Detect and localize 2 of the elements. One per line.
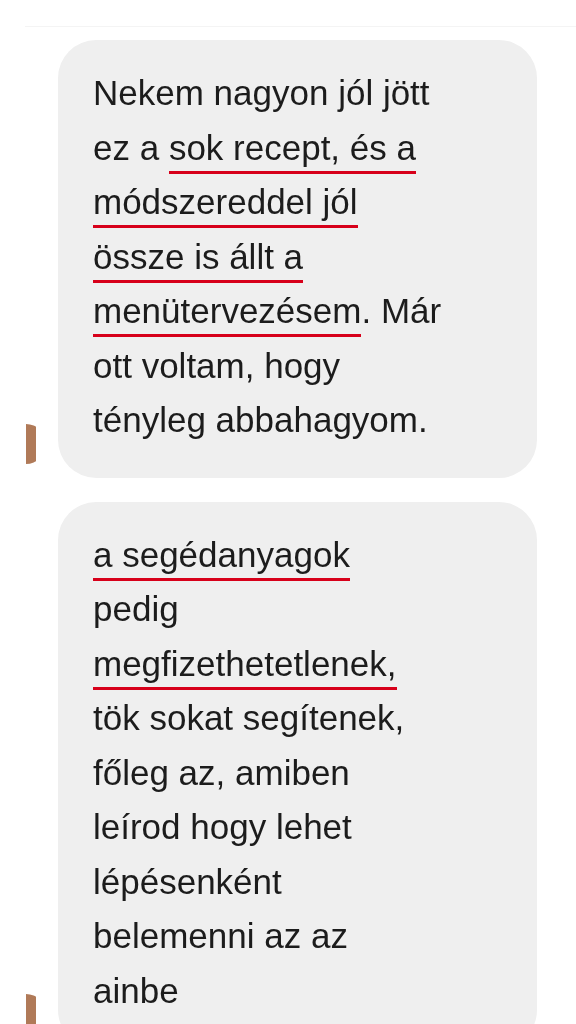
message-text: Nekem nagyon jól jött ez a sok recept, és a módszereddel jól össze is állt a menütervezésem. Már ott voltam, hogy tényleg abbahagyom. bbox=[93, 72, 443, 441]
message-text: a segédanyagok pedig megfizethetetlenek, tök sokat segítenek, főleg az, amiben leírod hogy lehet lépésenként belemenni az az ainbe bbox=[93, 533, 406, 1012]
